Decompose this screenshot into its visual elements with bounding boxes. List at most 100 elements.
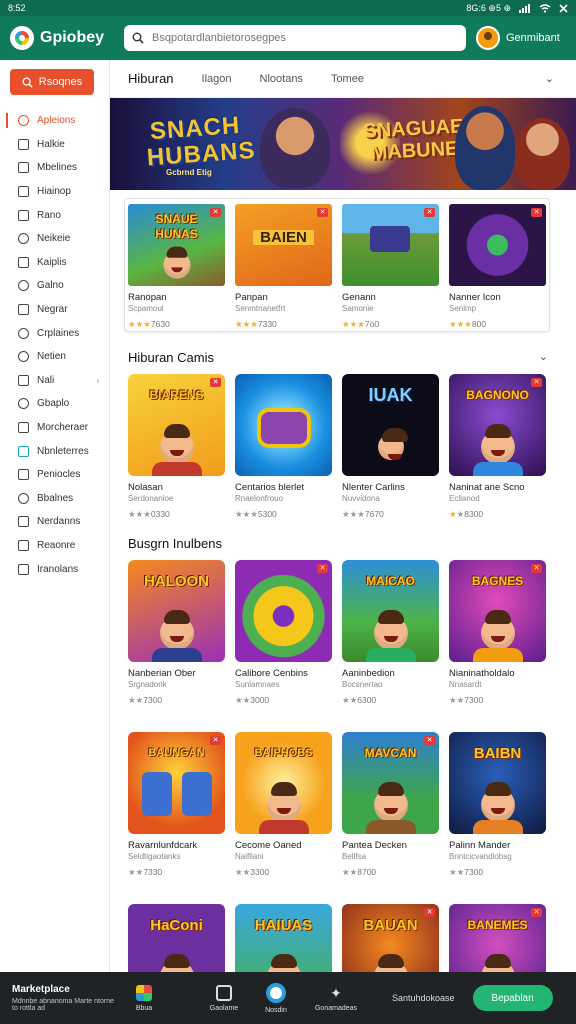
close-icon[interactable]: ✕: [317, 208, 328, 217]
game-thumbnail: ✕ BIARENS: [128, 374, 225, 476]
thumbnail-title: BANEMES: [467, 918, 528, 932]
game-card[interactable]: ✕ BAGNES Nianinatholdalo Nnasardt ★★7300: [449, 560, 546, 706]
game-thumbnail[interactable]: HaConi: [128, 904, 225, 972]
character-icon: [182, 772, 212, 816]
tab-tomee[interactable]: Tomee: [331, 73, 364, 85]
sidebar-item-netien[interactable]: Netien: [0, 345, 109, 369]
sidebar-item-bbalnes[interactable]: Bbalnes: [0, 487, 109, 511]
sidebar-item-kaiplis[interactable]: Kaiplis: [0, 251, 109, 275]
game-thumbnail[interactable]: ✕ BAUAN: [342, 904, 439, 972]
bottom-nav-label: Nosdin: [265, 1006, 287, 1014]
search-bar[interactable]: [124, 25, 466, 51]
close-icon[interactable]: ✕: [531, 564, 542, 573]
sidebar-item-nbnleterres[interactable]: Nbnleterres: [0, 439, 109, 463]
sidebar-item-galno[interactable]: Galno: [0, 274, 109, 298]
card-title: Genann: [342, 292, 376, 303]
sidebar-item-gbaplo[interactable]: Gbaplo: [0, 392, 109, 416]
sidebar-item-peniocles[interactable]: Peniocles: [0, 463, 109, 487]
game-card[interactable]: HALOON Nanberian Ober Srgnadonk ★★7300: [128, 560, 225, 706]
sidebar-item-morcheraer[interactable]: Morcheraer: [0, 416, 109, 440]
hero-banner[interactable]: SNACH HUBANS Gcbrnd Etig SNAGUAE MABUNE: [110, 98, 576, 190]
game-card[interactable]: ✕ BAUNGAN Ravarnlunfdcark Seldtigaotanks…: [128, 732, 225, 878]
sidebar-item-reaonre[interactable]: Reaonre: [0, 534, 109, 558]
game-thumbnail: ✕: [342, 204, 439, 286]
character-body: [259, 820, 309, 834]
sidebar-item-hiainop[interactable]: Hiainop: [0, 180, 109, 204]
star-icon: ★★★: [128, 509, 151, 519]
sidebar-item-halkie[interactable]: Halkie: [0, 133, 109, 157]
game-thumbnail[interactable]: HAIUAS: [235, 904, 332, 972]
game-card[interactable]: Centarios blerlet Rnaelonfrouo ★★★5300: [235, 374, 332, 520]
chevron-down-icon[interactable]: ⌄: [545, 72, 554, 85]
search-input[interactable]: [152, 32, 458, 44]
tab-ilagon[interactable]: Ilagon: [202, 73, 232, 85]
sidebar-item-rano[interactable]: Rano: [0, 203, 109, 227]
sidebar-item-label: Apleions: [37, 115, 76, 127]
card-title: Nlenter Carlins: [342, 482, 405, 493]
character-body: [366, 820, 416, 834]
game-card[interactable]: ✕ Calibore Cenbins Sunlamnaes ★★3000: [235, 560, 332, 706]
close-icon[interactable]: [559, 3, 568, 13]
wifi-icon: [539, 3, 551, 13]
pencil-icon: [18, 304, 29, 316]
game-card[interactable]: ✕ BAGNONO Naninat ane Scno Ecllanod ★★83…: [449, 374, 546, 520]
star-icon: ★★: [342, 867, 358, 877]
sidebar-cta-label: Rsoqnes: [38, 76, 83, 88]
bottom-nav-gaolame[interactable]: Gaolame: [198, 984, 250, 1012]
close-icon[interactable]: ✕: [531, 378, 542, 387]
close-icon[interactable]: ✕: [424, 908, 435, 917]
game-card[interactable]: ✕ BAIEN Panpan Senmtnanetfrt ★★★7330: [235, 204, 332, 330]
game-card[interactable]: ✕ Nanner Icon Senlmp ★★★800: [449, 204, 546, 330]
grid-icon: [18, 186, 29, 198]
card-title: Naninat ane Scno: [449, 482, 525, 493]
tab-hiburan[interactable]: Hiburan: [128, 71, 174, 86]
card-title: Palinn Mander: [449, 840, 511, 851]
bottom-nav-nosdin[interactable]: Nosdin: [250, 982, 302, 1014]
game-card[interactable]: ✕ BIARENS Nolasan Serdonanloe ★★★0330: [128, 374, 225, 520]
chevron-down-icon[interactable]: ⌄: [539, 350, 548, 363]
game-thumbnail[interactable]: ✕ BANEMES: [449, 904, 546, 972]
app-name: Gpiobey: [40, 29, 105, 46]
game-card[interactable]: BAIBN Palinn Mander Bnntcicvandlobsg ★★7…: [449, 732, 546, 878]
bottom-nav-gonamadeas[interactable]: ✦ Gonamadeas: [310, 985, 362, 1012]
close-icon[interactable]: ✕: [210, 736, 221, 745]
game-thumbnail: [235, 374, 332, 476]
sidebar-item-neikeie[interactable]: Neikeie: [0, 227, 109, 251]
close-icon[interactable]: ✕: [210, 378, 221, 387]
close-icon[interactable]: ✕: [317, 564, 328, 573]
game-card[interactable]: MAICAO Aaninbedion Bocsnertao ★★6300: [342, 560, 439, 706]
close-icon[interactable]: ✕: [531, 908, 542, 917]
image-icon: [18, 422, 29, 434]
sidebar-item-apleions[interactable]: Apleions: [0, 109, 109, 133]
card-rating: ★★★7630: [128, 319, 170, 329]
sidebar-cta-button[interactable]: Rsoqnes: [10, 69, 94, 95]
sidebar-item-nali[interactable]: Nali ›: [0, 369, 109, 393]
game-icon: [18, 280, 29, 292]
bottom-nav-label: Gonamadeas: [314, 1004, 358, 1012]
game-card[interactable]: ✕ MAVCAN Pantea Decken Bellfsa ★★8700: [342, 732, 439, 878]
game-card[interactable]: IUAK Nlenter Carlins Nuvvidona ★★★7670: [342, 374, 439, 520]
sidebar-item-iranolans[interactable]: Iranolans: [0, 557, 109, 581]
game-card[interactable]: ✕ Genann Samonie ★★★7ö0: [342, 204, 439, 330]
chevron-right-icon: ›: [96, 375, 99, 385]
sidebar-item-mbelines[interactable]: Mbelines: [0, 156, 109, 180]
tab-nlootans[interactable]: Nlootans: [260, 73, 303, 85]
close-icon[interactable]: ✕: [424, 736, 435, 745]
calendar-icon: [18, 563, 29, 575]
close-icon[interactable]: ✕: [424, 208, 435, 217]
app-logo[interactable]: Gpiobey: [10, 26, 120, 50]
close-icon[interactable]: ✕: [531, 208, 542, 217]
bottom-action-button[interactable]: Bepablan: [472, 985, 553, 1011]
sidebar-item-crplaines[interactable]: Crplaines: [0, 321, 109, 345]
sidebar-item-nerdanns[interactable]: Nerdanns: [0, 510, 109, 534]
game-thumbnail: ✕ BAUNGAN: [128, 732, 225, 834]
account-name: Genmibant: [506, 32, 560, 44]
game-card[interactable]: ✕ SNAUE HUNAS Ranopan Scpamoul ★★★7630: [128, 204, 225, 330]
account-button[interactable]: Genmibant: [476, 26, 560, 50]
character-icon: [378, 428, 408, 460]
game-card[interactable]: BAIPHOBS Cecome Oaned Naifliani ★★3300: [235, 732, 332, 878]
marketplace-brand[interactable]: Marketplace Mdnnbe abnanoma Marte ntorne…: [0, 984, 118, 1012]
bottom-nav-bbua[interactable]: Bbua: [118, 984, 170, 1012]
sidebar-item-negrar[interactable]: Negrar: [0, 298, 109, 322]
bottom-text-link[interactable]: Santuhdokoase: [392, 993, 455, 1003]
